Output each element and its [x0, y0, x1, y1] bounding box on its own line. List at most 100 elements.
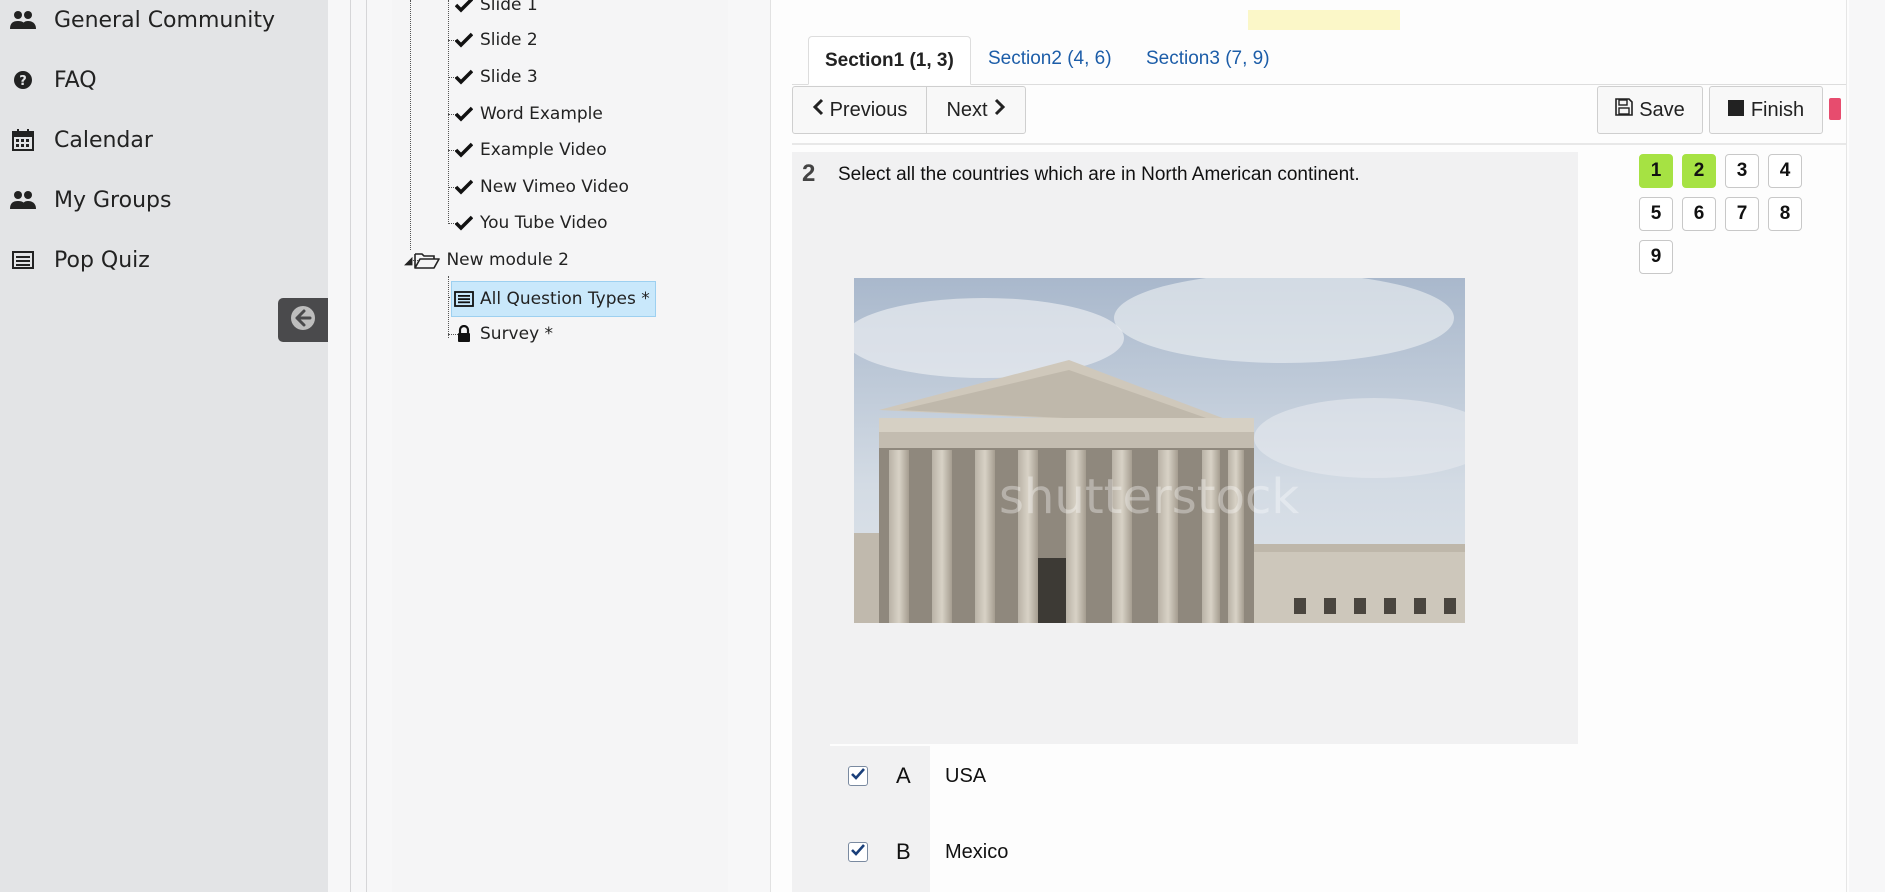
caret-down-icon[interactable]: ◢	[404, 254, 412, 267]
tab-label: Section3 (7, 9)	[1146, 48, 1270, 69]
sidebar-item-label: FAQ	[54, 67, 97, 93]
tree-connector	[448, 276, 449, 338]
save-label: Save	[1639, 98, 1685, 121]
next-label: Next	[946, 98, 988, 121]
list-alt-icon	[454, 291, 474, 307]
flag-marker	[1829, 98, 1841, 120]
tree-connector	[410, 0, 411, 250]
course-tree-panel	[392, 0, 728, 892]
question-nav-2[interactable]: 2	[1682, 154, 1716, 188]
tree-item-label: Survey *	[480, 324, 554, 344]
answer-text: USA	[945, 765, 987, 787]
section-tabs: Section1 (1, 3) Section2 (4, 6) Section3…	[792, 36, 1846, 85]
tree-item-new-module-2[interactable]: ◢ New module 2	[404, 245, 569, 275]
supreme-court-building-image: shutterstock	[854, 278, 1465, 623]
sidebar-item-calendar[interactable]: Calendar	[10, 120, 153, 160]
tab-label: Section2 (4, 6)	[988, 48, 1112, 69]
tree-item-you-tube-video[interactable]: You Tube Video	[454, 208, 608, 238]
panel-divider	[1846, 0, 1847, 892]
tree-item-new-vimeo-video[interactable]: New Vimeo Video	[454, 172, 629, 202]
check-icon	[851, 843, 865, 861]
check-icon	[454, 106, 474, 122]
panel-divider	[350, 0, 351, 892]
answer-letter: A	[896, 763, 911, 788]
tab-label: Section1 (1, 3)	[825, 49, 954, 71]
folder-open-icon	[414, 251, 441, 269]
question-nav-9[interactable]: 9	[1639, 240, 1673, 274]
tab-section2[interactable]: Section2 (4, 6)	[972, 36, 1128, 82]
question-nav-4[interactable]: 4	[1768, 154, 1802, 188]
answer-letter: B	[896, 839, 911, 864]
tree-item-example-video[interactable]: Example Video	[454, 135, 607, 165]
next-button[interactable]: Next	[926, 86, 1026, 134]
answer-checkbox-b[interactable]	[848, 842, 868, 862]
image-watermark: shutterstock	[999, 469, 1299, 525]
tree-item-label: Slide 1	[480, 0, 538, 15]
sidebar-item-pop-quiz[interactable]: Pop Quiz	[10, 240, 150, 280]
check-icon	[454, 215, 474, 231]
tab-section3[interactable]: Section3 (7, 9)	[1130, 36, 1286, 82]
question-nav-7[interactable]: 7	[1725, 197, 1759, 231]
check-icon	[454, 179, 474, 195]
arrow-circle-left-icon	[290, 305, 316, 336]
tree-item-label: Slide 2	[480, 30, 538, 50]
question-number: 2	[802, 160, 816, 187]
question-text: Select all the countries which are in No…	[838, 164, 1360, 185]
question-nav-6[interactable]: 6	[1682, 197, 1716, 231]
sidebar-item-general-community[interactable]: General Community	[10, 0, 275, 40]
floppy-disk-icon	[1615, 98, 1634, 122]
answer-option-a[interactable]: A USA	[830, 756, 1730, 796]
question-nav-1[interactable]: 1	[1639, 154, 1673, 188]
question-nav-5[interactable]: 5	[1639, 197, 1673, 231]
tree-item-slide-1[interactable]: Slide 1	[454, 0, 538, 20]
tree-item-label: All Question Types *	[480, 289, 650, 309]
answer-option-b[interactable]: B Mexico	[830, 832, 1730, 872]
sidebar-item-label: Pop Quiz	[54, 247, 150, 273]
answer-text: Mexico	[945, 841, 1009, 863]
tree-item-slide-2[interactable]: Slide 2	[454, 25, 538, 55]
check-icon	[454, 32, 474, 48]
check-icon	[851, 767, 865, 785]
users-icon	[10, 189, 36, 211]
tab-section1[interactable]: Section1 (1, 3)	[808, 36, 971, 85]
check-icon	[454, 69, 474, 85]
chevron-left-icon	[812, 98, 824, 122]
tree-item-slide-3[interactable]: Slide 3	[454, 62, 538, 92]
stop-icon	[1727, 99, 1744, 122]
svg-text:?: ?	[19, 74, 27, 89]
previous-button[interactable]: Previous	[792, 86, 927, 134]
calendar-icon	[10, 129, 36, 151]
tree-connector	[448, 0, 449, 222]
toolbar-divider	[792, 143, 1846, 145]
sidebar-item-label: My Groups	[54, 187, 172, 213]
tree-item-all-question-types[interactable]: All Question Types *	[451, 281, 656, 317]
question-number-column	[792, 152, 830, 892]
list-alt-icon	[10, 249, 36, 271]
finish-label: Finish	[1750, 98, 1805, 121]
tree-item-label: Slide 3	[480, 67, 538, 87]
answer-checkbox-a[interactable]	[848, 766, 868, 786]
tree-item-label: New Vimeo Video	[480, 177, 629, 197]
sidebar-item-faq[interactable]: ? FAQ	[10, 60, 97, 100]
check-icon	[454, 142, 474, 158]
question-circle-icon: ?	[10, 69, 36, 91]
sidebar-item-label: General Community	[54, 7, 276, 33]
tree-item-label: Word Example	[480, 104, 603, 124]
question-nav-3[interactable]: 3	[1725, 154, 1759, 188]
panel-divider	[366, 0, 367, 892]
sidebar-item-label: Calendar	[54, 127, 153, 153]
save-button[interactable]: Save	[1597, 86, 1703, 134]
sidebar-item-my-groups[interactable]: My Groups	[10, 180, 171, 220]
tree-item-label: Example Video	[480, 140, 607, 160]
previous-label: Previous	[829, 98, 908, 121]
finish-button[interactable]: Finish	[1709, 86, 1823, 134]
chevron-right-icon	[994, 98, 1006, 122]
tree-item-label: You Tube Video	[480, 213, 608, 233]
sidebar-collapse-button[interactable]	[278, 298, 328, 342]
tree-item-survey[interactable]: Survey *	[454, 319, 553, 349]
question-nav-8[interactable]: 8	[1768, 197, 1802, 231]
tree-item-word-example[interactable]: Word Example	[454, 99, 603, 129]
lock-icon	[454, 325, 474, 343]
question-image: shutterstock	[854, 278, 1465, 623]
tree-item-label: New module 2	[446, 250, 569, 270]
